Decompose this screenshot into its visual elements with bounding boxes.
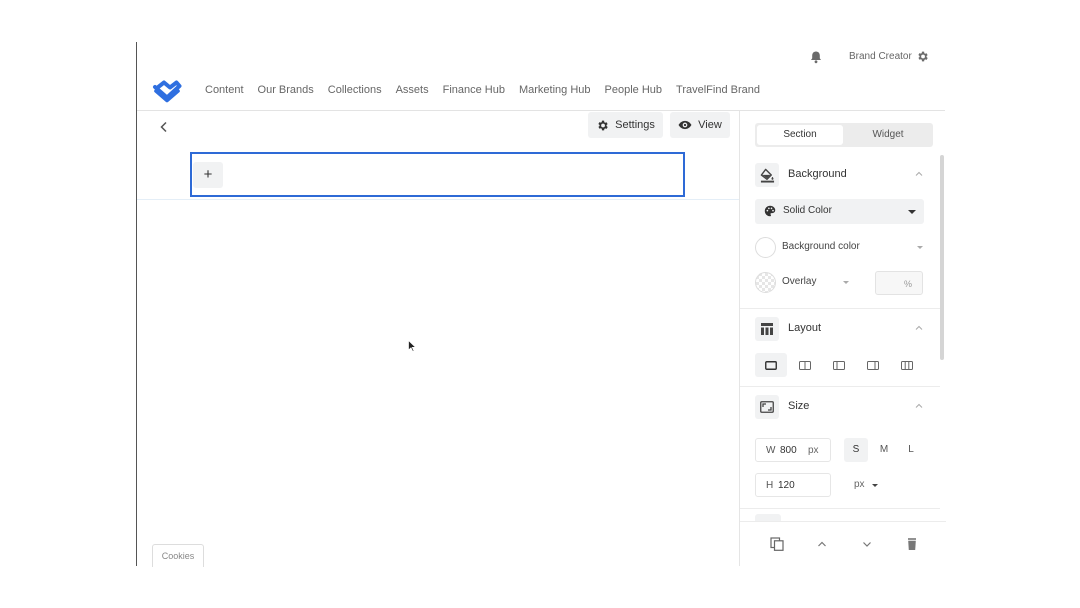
layout-title: Layout	[788, 322, 822, 334]
tab-section[interactable]: Section	[757, 125, 843, 145]
selected-section[interactable]	[190, 152, 685, 197]
color-swatch[interactable]	[755, 237, 776, 258]
overlay-swatch[interactable]	[755, 272, 776, 293]
size-title: Size	[788, 400, 810, 412]
width-value: 800	[780, 445, 797, 456]
trash-icon[interactable]	[905, 537, 919, 551]
move-up-icon[interactable]	[815, 537, 829, 551]
chevron-up-icon	[915, 403, 923, 408]
layout-options	[755, 353, 923, 377]
background-type-value: Solid Color	[783, 205, 832, 216]
app-window: Brand Creator Content Our Brands Collect…	[136, 42, 946, 567]
width-input[interactable]: W 800 px	[755, 438, 831, 462]
layout-two-column-option[interactable]	[789, 353, 821, 377]
dropdown-caret-icon	[917, 246, 923, 249]
chevron-up-icon	[915, 171, 923, 176]
size-header[interactable]: Size	[755, 395, 935, 419]
main-nav: Content Our Brands Collections Assets Fi…	[205, 84, 774, 96]
nav-item-finance-hub[interactable]: Finance Hub	[443, 84, 505, 96]
nav-item-collections[interactable]: Collections	[328, 84, 382, 96]
layout-single-column-option[interactable]	[755, 353, 787, 377]
duplicate-icon[interactable]	[770, 537, 784, 551]
layout-icon	[755, 317, 779, 341]
nav-item-content[interactable]: Content	[205, 84, 244, 96]
eye-icon	[678, 120, 692, 130]
width-prefix: W	[766, 445, 776, 456]
brand-logo[interactable]	[152, 79, 182, 103]
background-color-label: Background color	[782, 241, 860, 252]
height-unit: px	[854, 479, 865, 490]
dropdown-caret-icon	[908, 210, 916, 214]
divider	[740, 308, 940, 309]
height-input[interactable]: H 120	[755, 473, 831, 497]
add-widget-button[interactable]: +	[193, 162, 223, 188]
background-color-picker[interactable]: Background color	[755, 235, 925, 259]
settings-gear-icon	[598, 120, 608, 130]
bell-icon[interactable]	[809, 50, 823, 64]
height-prefix: H	[766, 480, 774, 491]
nav-item-assets[interactable]: Assets	[396, 84, 429, 96]
layout-left-sidebar-option[interactable]	[823, 353, 855, 377]
overlay-opacity-input[interactable]: %	[875, 271, 923, 295]
nav-item-marketing-hub[interactable]: Marketing Hub	[519, 84, 591, 96]
top-bar: Brand Creator Content Our Brands Collect…	[137, 42, 945, 111]
height-unit-select[interactable]: px	[854, 473, 886, 497]
section-divider	[137, 199, 739, 200]
layout-three-column-option[interactable]	[891, 353, 923, 377]
properties-panel: Section Widget Background Solid Color Ba…	[739, 111, 946, 567]
back-arrow-icon[interactable]	[157, 120, 171, 134]
view-label: View	[698, 119, 722, 131]
background-header[interactable]: Background	[755, 163, 935, 187]
resize-icon	[755, 395, 779, 419]
next-section-peek	[755, 514, 781, 521]
size-preset-l[interactable]: L	[899, 438, 923, 462]
move-down-icon[interactable]	[860, 537, 874, 551]
layout-right-sidebar-option[interactable]	[857, 353, 889, 377]
settings-button[interactable]: Settings	[588, 112, 663, 138]
layout-header[interactable]: Layout	[755, 317, 935, 341]
background-title: Background	[788, 168, 847, 180]
user-name[interactable]: Brand Creator	[849, 51, 912, 62]
panel-scrollbar[interactable]	[940, 155, 944, 360]
nav-item-people-hub[interactable]: People Hub	[605, 84, 663, 96]
section-actions-bar	[740, 521, 946, 567]
chevron-up-icon	[915, 325, 923, 330]
height-value: 120	[778, 480, 795, 491]
overlay-label: Overlay	[782, 276, 817, 287]
cookies-button[interactable]: Cookies	[152, 544, 204, 567]
width-unit: px	[808, 445, 819, 456]
dropdown-caret-icon	[872, 484, 878, 487]
size-preset-m[interactable]: M	[872, 438, 896, 462]
nav-item-our-brands[interactable]: Our Brands	[258, 84, 314, 96]
size-preset-s[interactable]: S	[844, 438, 868, 462]
settings-label: Settings	[615, 119, 655, 131]
view-button[interactable]: View	[670, 112, 730, 138]
divider	[740, 386, 940, 387]
mouse-cursor-icon	[408, 340, 416, 352]
dropdown-caret-icon	[843, 281, 849, 284]
paint-bucket-icon	[755, 163, 779, 187]
divider	[740, 508, 940, 509]
tab-widget[interactable]: Widget	[845, 125, 931, 145]
gear-icon[interactable]	[916, 50, 929, 63]
panel-tabs: Section Widget	[755, 123, 933, 147]
nav-item-travelfind-brand[interactable]: TravelFind Brand	[676, 84, 760, 96]
palette-icon	[764, 205, 776, 217]
background-type-select[interactable]: Solid Color	[755, 199, 924, 224]
